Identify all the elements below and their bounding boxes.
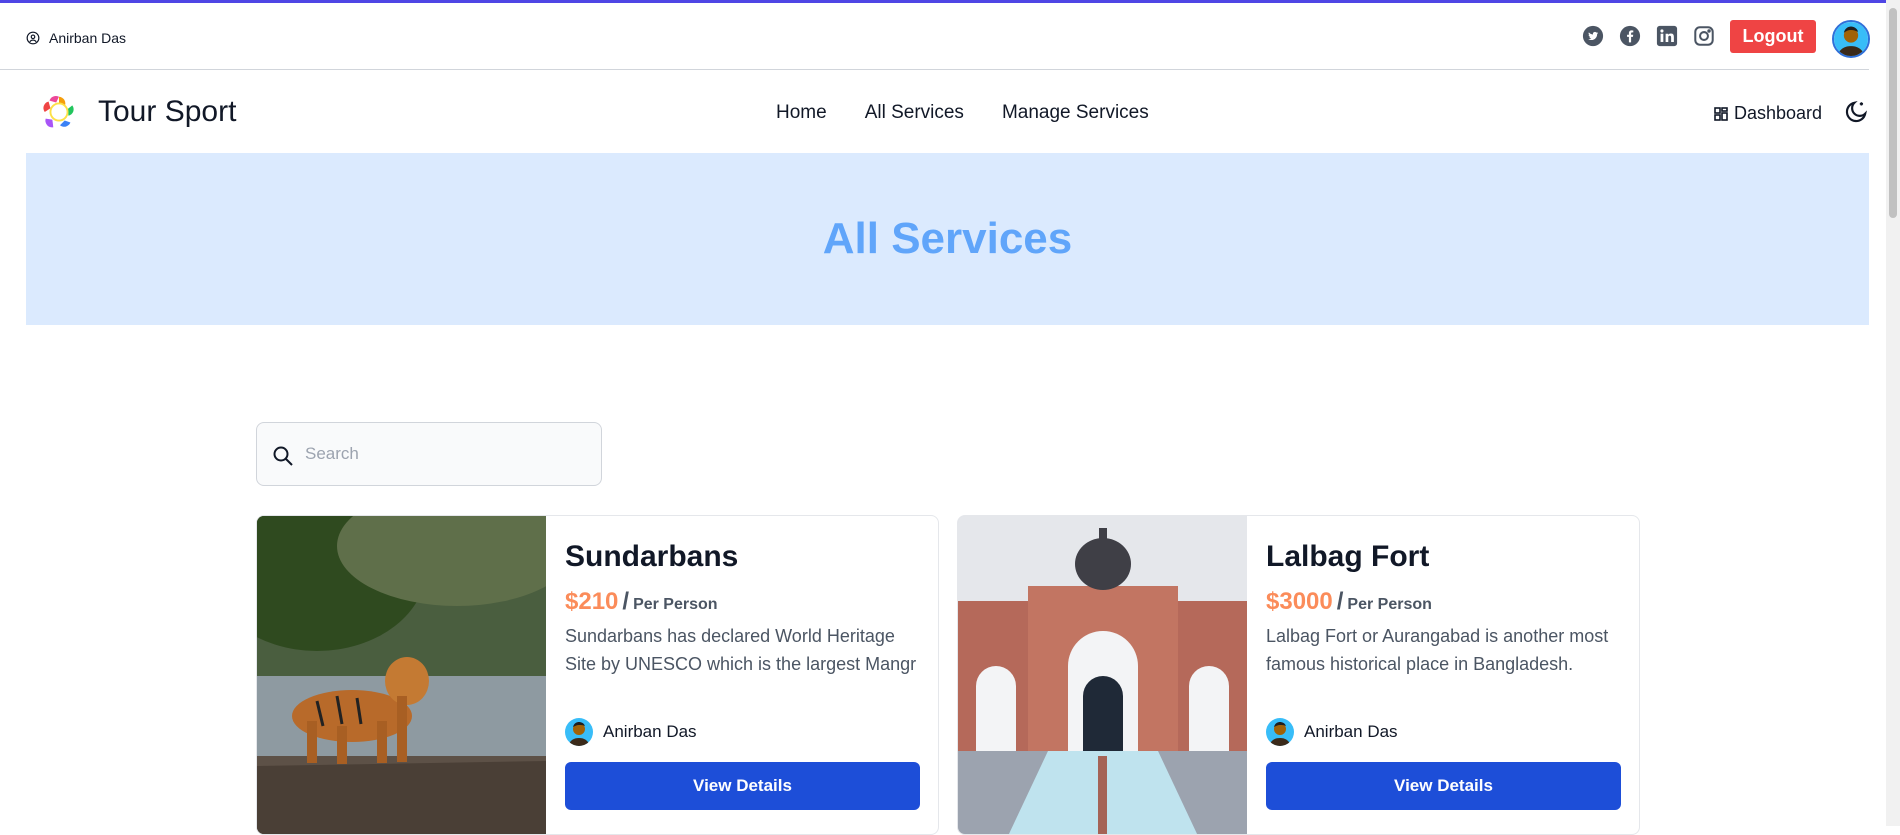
nav-link-all-services[interactable]: All Services: [865, 102, 964, 124]
card-author: Anirban Das: [565, 718, 697, 746]
user-circle-icon: [26, 31, 40, 45]
service-image-tiger[interactable]: [257, 516, 546, 835]
service-image-fort[interactable]: [958, 516, 1247, 835]
social-links: [1582, 25, 1715, 47]
dashboard-link[interactable]: Dashboard: [1714, 103, 1822, 124]
page-scrollbar[interactable]: [1886, 0, 1900, 826]
card-description: Sundarbans has declared World Heritage S…: [565, 626, 917, 674]
price-unit: Per Person: [1347, 596, 1432, 613]
search-box: [256, 422, 602, 486]
avatar[interactable]: [1832, 20, 1870, 58]
card-price: $3000/Per Person: [1266, 588, 1432, 616]
view-details-button[interactable]: View Details: [1266, 762, 1621, 810]
price-amount: $210: [565, 588, 619, 615]
page-banner: All Services: [26, 153, 1869, 325]
avatar: [1266, 718, 1294, 746]
card-title: Lalbag Fort: [1266, 540, 1430, 573]
service-card: Lalbag Fort $3000/Per Person Lalbag Fort…: [957, 515, 1640, 835]
logout-button[interactable]: Logout: [1730, 20, 1816, 53]
dashboard-icon: [1714, 106, 1728, 121]
moon-icon[interactable]: [1843, 99, 1869, 125]
brand[interactable]: Tour Sport: [40, 93, 236, 131]
author-name: Anirban Das: [1304, 722, 1398, 741]
nav-menu: Home All Services Manage Services: [776, 102, 1149, 124]
brand-name: Tour Sport: [98, 95, 237, 128]
price-separator: /: [622, 588, 630, 615]
logo-icon: [43, 95, 74, 128]
facebook-icon[interactable]: [1619, 25, 1641, 47]
avatar: [565, 718, 593, 746]
linkedin-icon[interactable]: [1656, 25, 1678, 47]
card-description: Lalbag Fort or Aurangabad is another mos…: [1266, 626, 1609, 674]
card-title: Sundarbans: [565, 540, 739, 573]
nav-link-home[interactable]: Home: [776, 102, 827, 124]
main-navbar: Tour Sport Home All Services Manage Serv…: [0, 71, 1869, 153]
search-icon: [273, 446, 293, 466]
twitter-icon[interactable]: [1582, 25, 1604, 47]
search-input[interactable]: [305, 423, 595, 485]
instagram-icon[interactable]: [1693, 25, 1715, 47]
price-unit: Per Person: [633, 596, 718, 613]
card-author: Anirban Das: [1266, 718, 1398, 746]
view-details-button[interactable]: View Details: [565, 762, 920, 810]
price-separator: /: [1336, 588, 1344, 615]
price-amount: $3000: [1266, 588, 1333, 615]
user-name: Anirban Das: [49, 30, 127, 46]
author-name: Anirban Das: [603, 722, 697, 741]
service-card: Sundarbans $210/Per Person Sundarbans ha…: [256, 515, 939, 835]
top-bar: Anirban Das Logout: [0, 3, 1870, 70]
nav-link-manage-services[interactable]: Manage Services: [1002, 102, 1149, 124]
current-user: Anirban Das: [26, 30, 126, 46]
page-title: All Services: [822, 214, 1073, 263]
dashboard-label: Dashboard: [1734, 103, 1823, 123]
scrollbar-thumb[interactable]: [1889, 8, 1897, 218]
card-price: $210/Per Person: [565, 588, 718, 616]
